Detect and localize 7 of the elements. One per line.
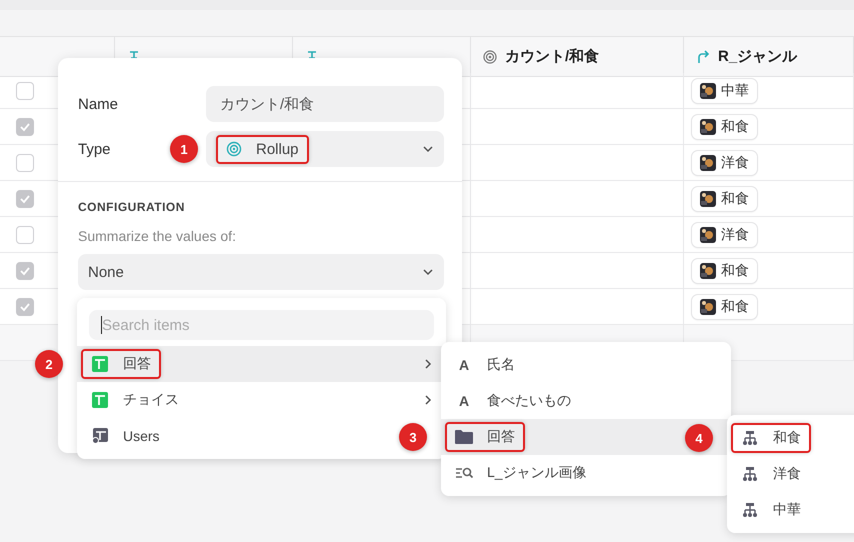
field-label: Type [78,140,111,158]
callout-badge: 1 [170,135,198,163]
text-field-icon: A [455,357,473,373]
field-label: Summarize the values of: [78,228,237,244]
field-label: Name [78,96,118,112]
section-heading: CONFIGURATION [78,200,186,214]
text-field-icon: A [455,393,473,409]
